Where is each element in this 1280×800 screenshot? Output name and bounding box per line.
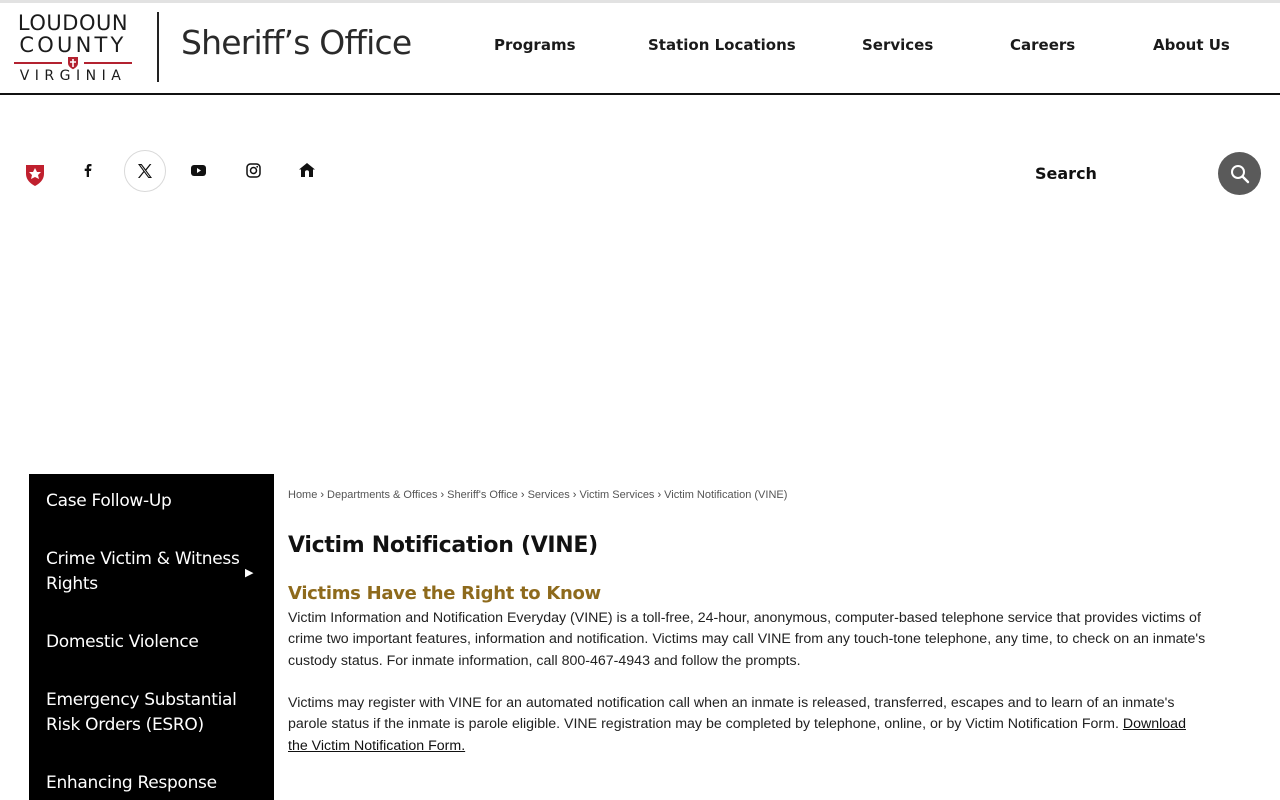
- logo-divider: [157, 12, 159, 82]
- nextdoor-icon[interactable]: [287, 150, 327, 190]
- youtube-icon[interactable]: [178, 150, 218, 190]
- breadcrumb-separator: ›: [572, 489, 577, 501]
- breadcrumb-separator: ›: [520, 489, 525, 501]
- section-heading: Victims Have the Right to Know: [288, 583, 601, 604]
- breadcrumb-services[interactable]: Services: [528, 489, 570, 501]
- breadcrumb-victim-services[interactable]: Victim Services: [579, 489, 654, 501]
- facebook-icon[interactable]: [68, 150, 108, 190]
- county-logo[interactable]: LOUDOUN COUNTY VIRGINIA: [14, 11, 134, 84]
- sidebar-item-domestic-violence[interactable]: Domestic Violence: [46, 630, 256, 655]
- vine-registration-paragraph: Victims may register with VINE for an au…: [288, 693, 1203, 757]
- breadcrumb-current: Victim Notification (VINE): [664, 489, 788, 501]
- logo-line-loudoun: LOUDOUN: [17, 11, 129, 35]
- x-icon[interactable]: [124, 150, 166, 192]
- sidebar-item-crime-victim-witness-rights[interactable]: Crime Victim & Witness Rights: [46, 547, 241, 597]
- submenu-arrow-icon[interactable]: ▶: [245, 566, 253, 579]
- logo-rule-left: [14, 62, 62, 64]
- sidebar-nav: Case Follow-Up Crime Victim & Witness Ri…: [29, 474, 274, 800]
- sidebar-item-case-follow-up[interactable]: Case Follow-Up: [46, 489, 256, 514]
- site-header: LOUDOUN COUNTY VIRGINIA Sheriff’s Office…: [0, 3, 1280, 95]
- vine-registration-text: Victims may register with VINE for an au…: [288, 695, 1175, 733]
- page-title: Victim Notification (VINE): [288, 533, 598, 558]
- logo-rule-right: [84, 62, 132, 64]
- search-button[interactable]: [1218, 152, 1261, 195]
- breadcrumb: Home › Departments & Offices › Sheriff's Off…: [288, 489, 787, 501]
- nav-about-us[interactable]: About Us: [1153, 36, 1230, 54]
- sheriffs-office-brand[interactable]: Sheriff’s Office: [181, 23, 412, 62]
- breadcrumb-home[interactable]: Home: [288, 489, 317, 501]
- sidebar-item-enhancing-response[interactable]: Enhancing Response: [46, 771, 256, 796]
- search-icon: [1230, 164, 1249, 183]
- nav-careers[interactable]: Careers: [1010, 36, 1075, 54]
- breadcrumb-sheriffs-office[interactable]: Sheriff's Office: [447, 489, 518, 501]
- logo-line-virginia: VIRGINIA: [19, 68, 127, 84]
- sidebar-item-esro[interactable]: Emergency Substantial Risk Orders (ESRO): [46, 688, 256, 738]
- breadcrumb-separator: ›: [440, 489, 445, 501]
- nav-programs[interactable]: Programs: [494, 36, 576, 54]
- breadcrumb-separator: ›: [657, 489, 662, 501]
- shield-icon[interactable]: [15, 155, 55, 195]
- logo-line-county: COUNTY: [19, 33, 127, 57]
- breadcrumb-separator: ›: [320, 489, 325, 501]
- instagram-icon[interactable]: [233, 150, 273, 190]
- nav-services[interactable]: Services: [862, 36, 933, 54]
- breadcrumb-departments[interactable]: Departments & Offices: [327, 489, 437, 501]
- search-input[interactable]: Search: [1035, 164, 1097, 183]
- nav-station-locations[interactable]: Station Locations: [648, 36, 796, 54]
- vine-info-paragraph: Victim Information and Notification Ever…: [288, 610, 1206, 669]
